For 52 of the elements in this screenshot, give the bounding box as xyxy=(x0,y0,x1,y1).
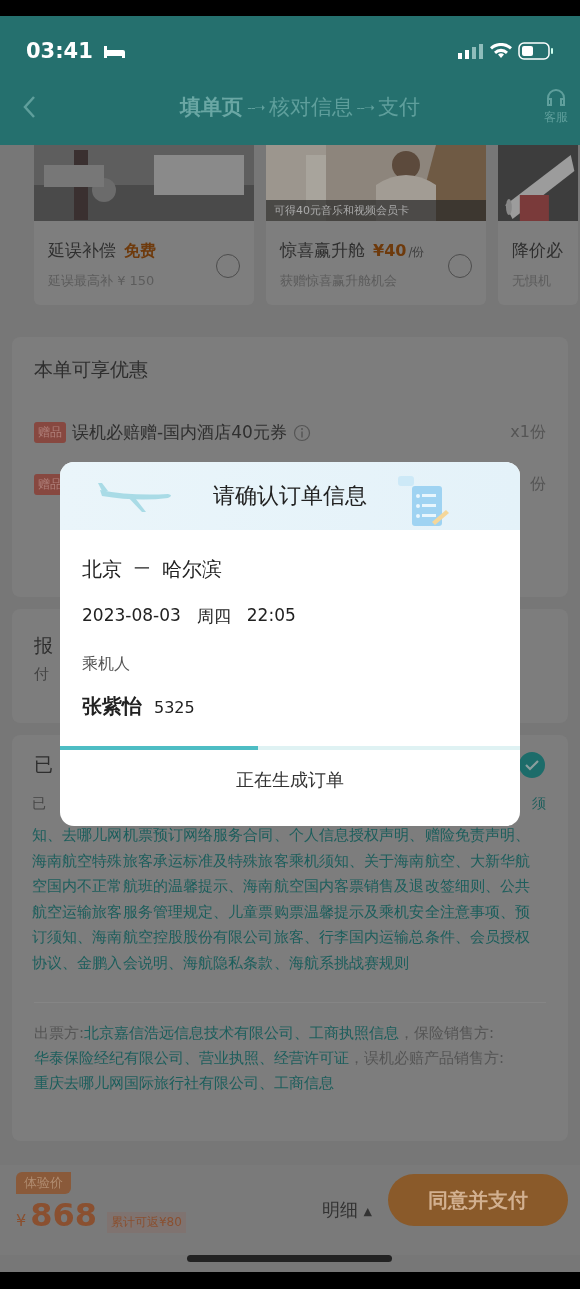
issuer-link[interactable]: 重庆去哪儿网国际旅行社有限公司 xyxy=(34,1074,259,1092)
flight-date: 2023-08-03 xyxy=(82,605,181,627)
dialog-title: 请确认订单信息 xyxy=(213,482,367,510)
step-label: 填单页 xyxy=(180,94,244,121)
checkbox-checked-icon[interactable] xyxy=(518,751,546,779)
home-indicator[interactable] xyxy=(187,1255,392,1262)
step-label: 核对信息 xyxy=(268,94,353,121)
status-time: 03:41 xyxy=(26,39,93,63)
arrow-text: --➝ xyxy=(247,99,265,115)
agreement-links[interactable]: 知、去哪儿网机票预订网络服务合同、个人信息授权声明、赠险免责声明、海南航空特殊旅客承运标准及特殊旅客乘机须知、关于海南航空、大新华航空国内不正常航班的温馨提示、海南航空国内客票销售及退改签细则、公共航空运输旅客服务管理规定、儿童票购票温馨提示及乘机安全注意事项、预订须知、海南航空控股股份有限公司旅客、行李国内运输总条件、会员授权协议、金鹏入会说明、海航隐私条款、海航系挑战赛规则 xyxy=(32,823,532,976)
back-icon[interactable] xyxy=(22,95,36,119)
product-price: ¥40 xyxy=(373,241,407,260)
product-title: 延误补偿 xyxy=(48,239,116,262)
currency-symbol: ¥ xyxy=(16,1211,27,1230)
flight-time: 22:05 xyxy=(246,605,296,627)
issuer-link[interactable]: 、工商信息 xyxy=(259,1074,334,1092)
arrival-city: 哈尔滨 xyxy=(162,556,222,583)
total-price: 868 xyxy=(30,1196,97,1234)
section-title: 报 xyxy=(34,633,54,658)
route-separator: 一 xyxy=(134,559,150,580)
section-title: 已 xyxy=(34,752,53,777)
flight-weekday: 周四 xyxy=(196,605,231,628)
product-price: 免费 xyxy=(124,241,156,262)
info-icon[interactable] xyxy=(292,423,311,442)
issuer-link[interactable]: 、工商执照信息 xyxy=(294,1024,400,1042)
passenger-label: 乘机人 xyxy=(82,654,131,675)
section-subtitle: 付 xyxy=(34,665,50,684)
price-unit: /份 xyxy=(408,244,425,261)
issuer-link[interactable]: 、经营许可证 xyxy=(259,1049,349,1067)
passenger-id: 5325 xyxy=(154,698,195,717)
departure-city: 北京 xyxy=(82,556,122,583)
passenger-name: 张紫怡 xyxy=(82,693,142,720)
issuer-link[interactable]: 华泰保险经纪有限公司 xyxy=(34,1049,184,1067)
detail-button[interactable]: 明细 ▲ xyxy=(321,1198,372,1222)
wifi-icon xyxy=(490,43,512,59)
section-title: 本单可享优惠 xyxy=(34,357,149,382)
product-title: 降价必 xyxy=(512,239,563,262)
issuer-link[interactable]: 北京嘉信浩远信息技术有限公司 xyxy=(84,1024,295,1042)
step-label: 支付 xyxy=(377,94,420,121)
issuer-link[interactable]: 、营业执照 xyxy=(184,1049,259,1067)
signal-icon xyxy=(458,43,484,59)
offer-text: 误机必赔赠-国内酒店40元券 xyxy=(72,421,287,444)
picture-caption: 可得40元音乐和视频会员卡 xyxy=(266,200,486,221)
battery-icon xyxy=(518,42,554,60)
bed-icon xyxy=(102,44,125,58)
agreement-link[interactable]: 须 xyxy=(532,795,546,813)
pay-button[interactable]: 同意并支付 xyxy=(388,1174,568,1226)
status-text: 正在生成订单 xyxy=(236,768,344,792)
cashback-label: 累计可返¥80 xyxy=(107,1212,186,1233)
product-title: 惊喜赢升舱 xyxy=(280,239,365,262)
arrow-text: --➝ xyxy=(356,99,374,115)
headset-icon[interactable] xyxy=(545,88,567,108)
